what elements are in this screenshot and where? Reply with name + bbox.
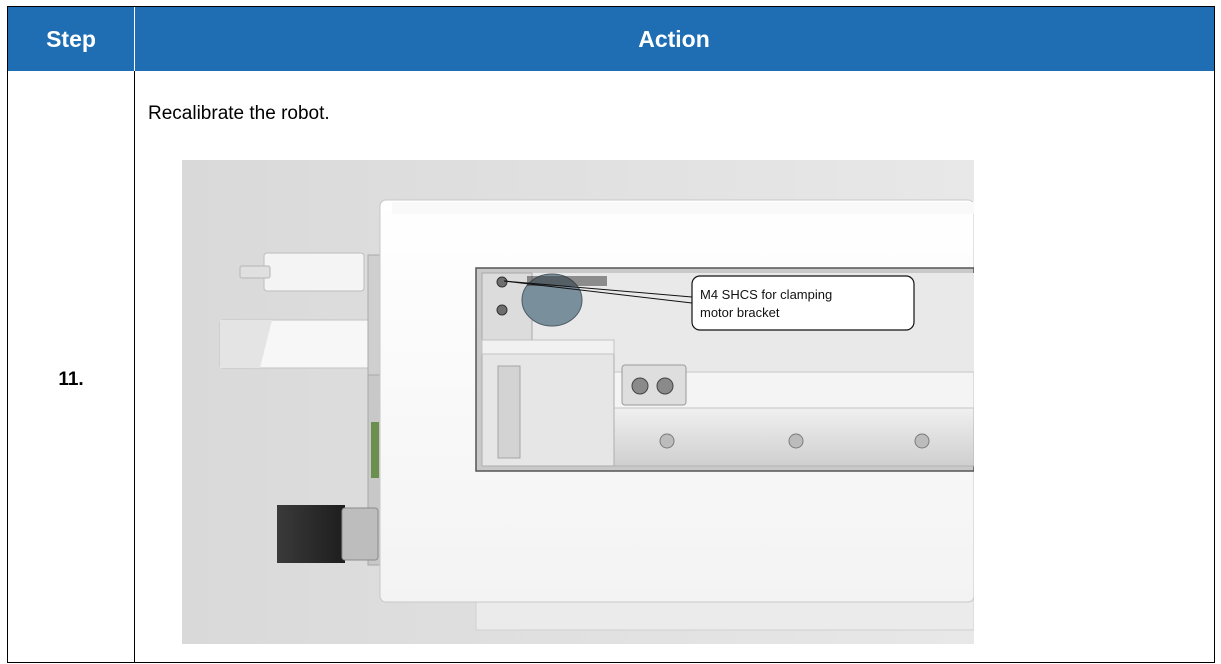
bottom-rail	[475, 599, 974, 631]
step-number: 11.	[58, 369, 84, 390]
table-row: 11. Recalibrate the robot. M4 SHCS for c…	[8, 71, 1214, 662]
cable-gland-nut	[341, 507, 379, 561]
robot-figure: M4 SHCS for clamping motor bracket	[182, 160, 974, 644]
green-board	[371, 422, 379, 478]
cable-gland-body	[277, 505, 345, 563]
step-column-header: Step	[46, 25, 96, 52]
column-divider	[134, 71, 135, 662]
table-header: Step Action	[8, 7, 1214, 71]
belt	[527, 276, 607, 286]
motor-top-plate	[481, 339, 615, 355]
rail-screw-3	[914, 433, 930, 449]
callout-text-line1: M4 SHCS for clamping	[700, 287, 832, 302]
rail-screw-2	[788, 433, 804, 449]
action-column-header: Action	[638, 25, 710, 52]
callout-text-line2: motor bracket	[700, 305, 780, 320]
callout-box	[691, 275, 915, 331]
housing-top-edge	[392, 202, 974, 214]
procedure-table: Step Action 11. Recalibrate the robot. M…	[7, 6, 1215, 663]
screw-head-2	[496, 304, 508, 316]
instruction-text: Recalibrate the robot.	[148, 103, 330, 124]
motor-side	[497, 365, 521, 459]
clamp-hole-1	[631, 377, 649, 395]
connector-top	[263, 252, 365, 292]
rail-screw-1	[659, 433, 675, 449]
connector-pin	[239, 265, 271, 279]
clamp-hole-2	[656, 377, 674, 395]
screw-head-1	[496, 276, 508, 288]
